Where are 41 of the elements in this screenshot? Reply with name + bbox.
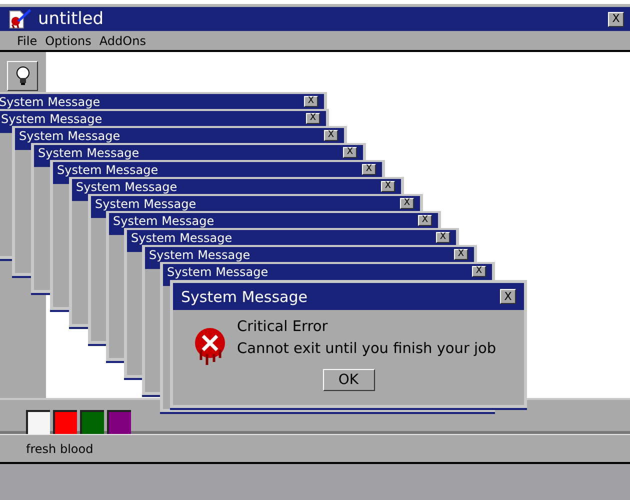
close-button[interactable]: X (324, 130, 338, 141)
color-swatch[interactable] (80, 410, 104, 434)
close-button[interactable]: X (436, 232, 450, 243)
close-button[interactable]: X (454, 249, 468, 260)
error-icon (193, 326, 227, 366)
menu-item[interactable]: AddOns (99, 34, 146, 48)
color-swatch[interactable] (107, 410, 131, 434)
menu-item[interactable]: File (17, 34, 38, 48)
dialog-title: System Message (76, 180, 178, 194)
dialog-title: System Message (38, 146, 140, 160)
dialog-title: System Message (131, 231, 234, 245)
close-button[interactable]: X (608, 12, 624, 26)
dialog-title: System Message (1, 112, 104, 126)
dialog-title: System Message (113, 214, 216, 228)
status-text: fresh blood (26, 442, 94, 456)
close-button[interactable]: X (400, 198, 414, 209)
light-bulb-icon (16, 66, 30, 86)
color-swatch[interactable] (53, 410, 77, 434)
dialog-title: System Message (0, 95, 102, 109)
dialog-title: System Message (95, 197, 198, 211)
paint-page-icon (8, 8, 32, 30)
close-button[interactable]: X (304, 96, 318, 107)
dialog-title: System Message (181, 288, 308, 306)
window-title: untitled (38, 9, 105, 29)
error-message: Cannot exit until you finish your job (237, 341, 496, 357)
error-heading: Critical Error (237, 319, 329, 335)
dialog-title: System Message (57, 163, 160, 177)
hint-button[interactable] (7, 61, 38, 91)
close-button[interactable]: X (362, 164, 376, 175)
menu-item[interactable]: Options (45, 34, 92, 48)
close-button[interactable]: X (500, 289, 516, 304)
close-button[interactable]: X (306, 113, 320, 124)
dialog-title: System Message (19, 129, 122, 143)
close-button[interactable]: X (381, 181, 395, 192)
dialog-title: System Message (149, 248, 252, 262)
close-button[interactable]: X (472, 266, 486, 277)
ok-button[interactable]: OK (322, 369, 374, 391)
color-swatch[interactable] (26, 410, 50, 434)
dialog-title: System Message (167, 265, 270, 279)
close-button[interactable]: X (343, 147, 357, 158)
close-button[interactable]: X (418, 215, 432, 226)
